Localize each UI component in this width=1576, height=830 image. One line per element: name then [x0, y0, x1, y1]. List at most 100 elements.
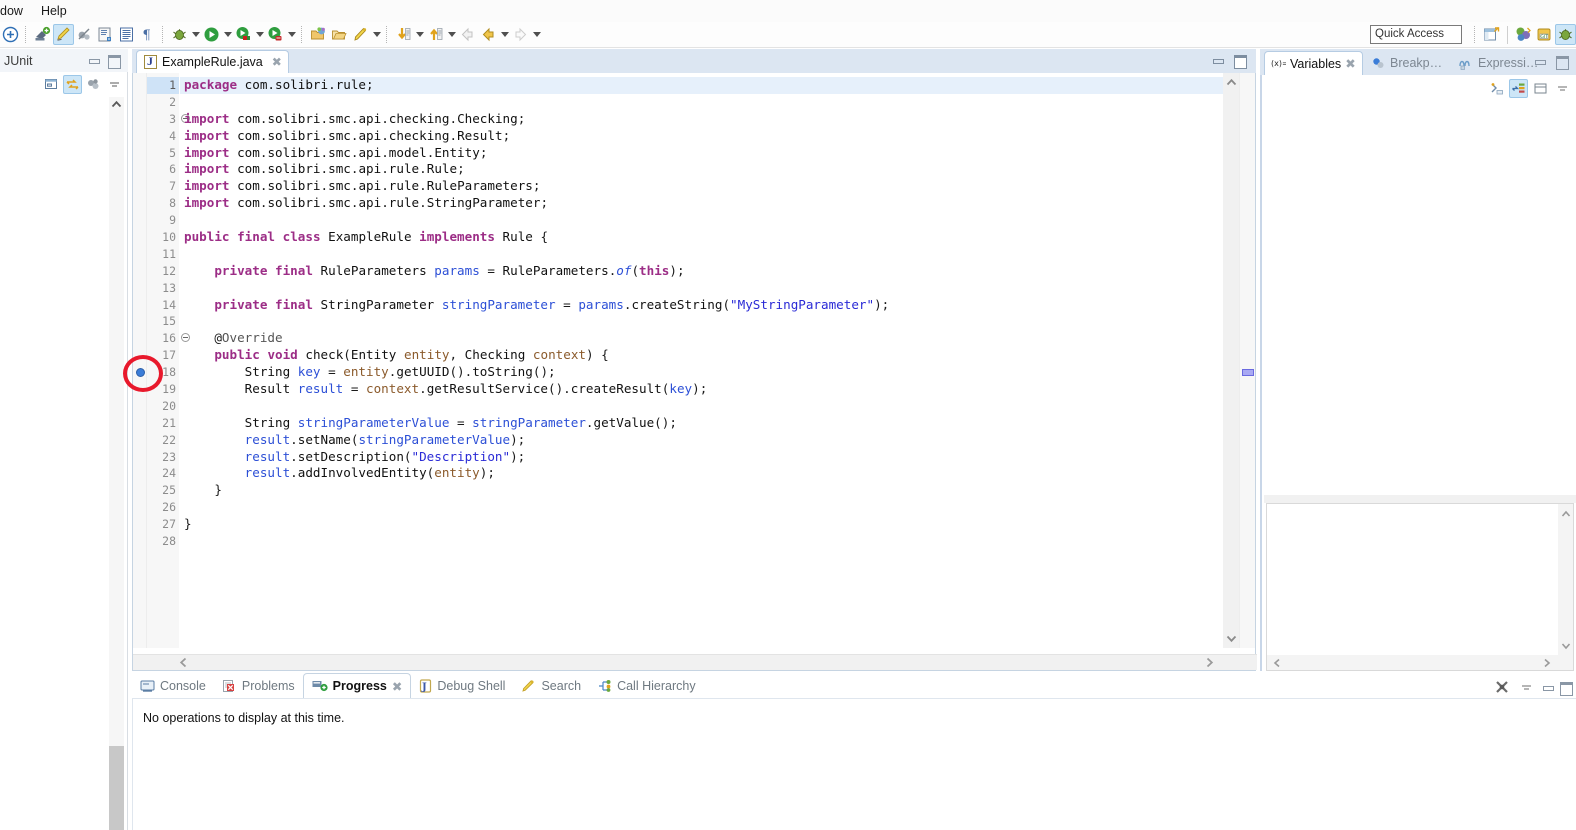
line-number-25[interactable]: 25: [147, 482, 179, 499]
line-number-16[interactable]: 16: [147, 330, 179, 347]
line-number-2[interactable]: 2: [147, 94, 179, 111]
line-number-5[interactable]: 5: [147, 145, 179, 162]
scroll-up-arrow[interactable]: [1558, 506, 1573, 521]
scroll-lock-icon[interactable]: [63, 75, 82, 94]
scroll-thumb[interactable]: [109, 746, 124, 830]
layout-icon[interactable]: [1531, 79, 1550, 98]
code-line-26[interactable]: [180, 499, 1223, 516]
save-icon[interactable]: [95, 24, 116, 45]
scroll-up-arrow[interactable]: [109, 97, 124, 112]
coverage-dropdown-arrow[interactable]: [254, 24, 265, 45]
line-number-27[interactable]: 27: [147, 516, 179, 533]
editor-overview-ruler[interactable]: [1239, 73, 1255, 648]
variables-detail-splitter[interactable]: [1264, 495, 1576, 503]
code-line-14[interactable]: private final StringParameter stringPara…: [180, 297, 1223, 314]
code-line-5[interactable]: import com.solibri.smc.api.model.Entity;: [180, 145, 1223, 162]
view-menu-icon[interactable]: [1517, 678, 1536, 697]
maximize-view-button[interactable]: [1556, 56, 1568, 67]
profile-icon[interactable]: [265, 24, 286, 45]
overview-marker-breakpoint[interactable]: [1242, 369, 1254, 376]
line-number-24[interactable]: 24: [147, 465, 179, 482]
code-line-11[interactable]: [180, 246, 1223, 263]
tab-expressions[interactable]: Expressi…: [1452, 51, 1544, 75]
line-number-9[interactable]: 9: [147, 212, 179, 229]
scroll-right-arrow[interactable]: [1539, 655, 1555, 670]
code-line-22[interactable]: result.setName(stringParameterValue);: [180, 432, 1223, 449]
line-number-11[interactable]: 11: [147, 246, 179, 263]
code-line-12[interactable]: private final RuleParameters params = Ru…: [180, 263, 1223, 280]
menu-help[interactable]: Help: [32, 2, 76, 20]
debug-perspective-icon[interactable]: [1555, 24, 1576, 45]
open-perspective-icon[interactable]: [1481, 24, 1502, 45]
line-number-17[interactable]: 17: [147, 347, 179, 364]
new-wizard-icon[interactable]: [0, 24, 21, 45]
line-number-22[interactable]: 22: [147, 432, 179, 449]
minimize-editor-button[interactable]: [1212, 55, 1224, 66]
maximize-view-button[interactable]: [108, 55, 120, 66]
code-line-21[interactable]: String stringParameterValue = stringPara…: [180, 415, 1223, 432]
quick-access-input[interactable]: Quick Access: [1370, 25, 1462, 44]
close-icon[interactable]: ✖: [392, 679, 402, 694]
line-number-23[interactable]: 23: [147, 449, 179, 466]
link-with-editor-icon[interactable]: [84, 75, 103, 94]
debug-dropdown-arrow[interactable]: [190, 24, 201, 45]
line-number-6[interactable]: 6: [147, 161, 179, 178]
scroll-down-arrow[interactable]: [1558, 638, 1573, 653]
back-active-icon[interactable]: [478, 24, 499, 45]
code-line-6[interactable]: import com.solibri.smc.api.rule.Rule;: [180, 161, 1223, 178]
code-line-1[interactable]: package com.solibri.rule;: [180, 77, 1223, 94]
next-annotation-dropdown-arrow[interactable]: [414, 24, 425, 45]
tab-search[interactable]: Search: [513, 673, 589, 698]
forward-dropdown-arrow[interactable]: [531, 24, 542, 45]
detail-horizontal-scrollbar[interactable]: [1267, 655, 1573, 670]
scroll-left-arrow[interactable]: [175, 655, 191, 670]
code-line-28[interactable]: [180, 533, 1223, 550]
pilcrow-icon[interactable]: ¶: [137, 24, 158, 45]
code-line-2[interactable]: [180, 94, 1223, 111]
skip-breakpoints-icon[interactable]: [74, 24, 95, 45]
tab-junit[interactable]: JUnit: [0, 54, 32, 68]
line-number-20[interactable]: 20: [147, 398, 179, 415]
close-icon[interactable]: ✖: [1345, 56, 1355, 71]
line-number-19[interactable]: 19: [147, 381, 179, 398]
maximize-editor-button[interactable]: [1234, 55, 1246, 66]
tab-problems[interactable]: Problems: [214, 673, 303, 698]
editor-marker-gutter[interactable]: [133, 73, 147, 648]
line-number-15[interactable]: 15: [147, 313, 179, 330]
open-task-icon[interactable]: [329, 24, 350, 45]
variables-table[interactable]: [1264, 101, 1576, 495]
scroll-left-arrow[interactable]: [1269, 655, 1285, 670]
scroll-right-arrow[interactable]: [1201, 655, 1217, 670]
code-line-23[interactable]: result.setDescription("Description");: [180, 449, 1223, 466]
tab-call-hierarchy[interactable]: Call Hierarchy: [589, 673, 704, 698]
minimize-view-button[interactable]: [1542, 682, 1554, 693]
code-line-17[interactable]: public void check(Entity entity, Checkin…: [180, 347, 1223, 364]
scroll-up-arrow[interactable]: [1224, 75, 1239, 90]
show-whitespace-icon[interactable]: [116, 24, 137, 45]
tab-console[interactable]: Console: [132, 673, 214, 698]
code-line-25[interactable]: }: [180, 482, 1223, 499]
minimize-view-button[interactable]: [88, 55, 100, 66]
search-dropdown-arrow[interactable]: [371, 24, 382, 45]
line-number-26[interactable]: 26: [147, 499, 179, 516]
editor-code-area[interactable]: package com.solibri.rule; import com.sol…: [180, 73, 1223, 648]
line-number-18[interactable]: 18: [147, 364, 179, 381]
view-menu-icon[interactable]: [105, 75, 124, 94]
code-line-18[interactable]: String key = entity.getUUID().toString()…: [180, 364, 1223, 381]
line-number-10[interactable]: 10: [147, 229, 179, 246]
code-line-20[interactable]: [180, 398, 1223, 415]
highlighter-icon[interactable]: [53, 24, 74, 45]
code-line-9[interactable]: [180, 212, 1223, 229]
line-number-3[interactable]: 3: [147, 111, 179, 128]
search-icon[interactable]: [350, 24, 371, 45]
collapse-all-icon[interactable]: [42, 75, 61, 94]
line-number-4[interactable]: 4: [147, 128, 179, 145]
code-line-27[interactable]: }: [180, 516, 1223, 533]
line-number-1[interactable]: 1: [147, 77, 179, 94]
run-icon[interactable]: [201, 24, 222, 45]
run-dropdown-arrow[interactable]: [222, 24, 233, 45]
next-annotation-icon[interactable]: [393, 24, 414, 45]
debug-icon[interactable]: [169, 24, 190, 45]
line-number-28[interactable]: 28: [147, 533, 179, 550]
editor-vertical-scrollbar[interactable]: [1223, 73, 1239, 648]
